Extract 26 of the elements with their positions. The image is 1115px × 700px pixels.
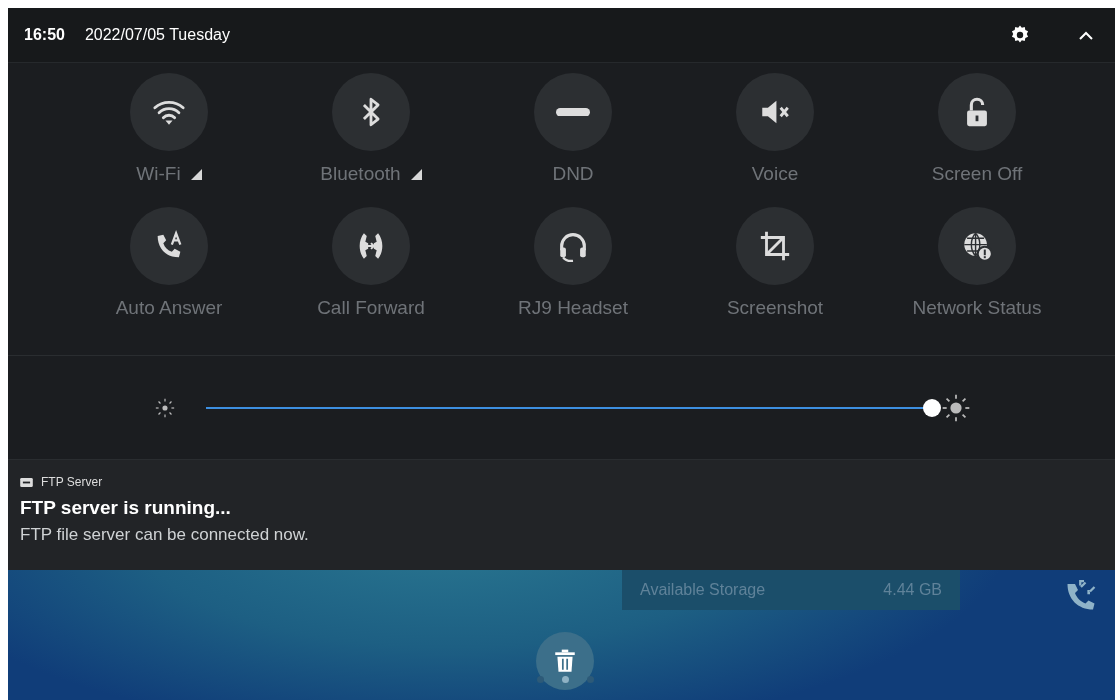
- minus-icon: [556, 107, 590, 117]
- toggle-label: RJ9 Headset: [518, 297, 628, 319]
- crop-icon: [758, 229, 792, 263]
- toggle-label: Screen Off: [931, 163, 1023, 185]
- toggle-label: Bluetooth: [320, 163, 401, 185]
- app-badge-icon: [20, 477, 33, 487]
- notification-title: FTP server is running...: [20, 497, 232, 519]
- toggle-label: Screenshot: [726, 297, 824, 319]
- corner-triangle-icon: [410, 168, 422, 180]
- corner-triangle-icon: [190, 168, 202, 180]
- toggle-label: Network Status: [912, 297, 1042, 319]
- trash-icon: [552, 648, 578, 674]
- storage-label: Available Storage: [640, 581, 766, 599]
- toggle-label: Voice: [751, 163, 799, 185]
- toggle-label: DND: [552, 163, 594, 185]
- toggle-label: Call Forward: [317, 297, 425, 319]
- clock-time: 16:50: [24, 26, 65, 44]
- toggle-label: Auto Answer: [115, 297, 223, 319]
- date-text: 2022/07/05 Tuesday: [84, 26, 231, 44]
- slider-thumb[interactable]: [923, 398, 941, 417]
- collapse-caret-icon[interactable]: [1079, 30, 1093, 40]
- notification-text: FTP file server can be connected now.: [20, 525, 310, 545]
- app-name: FTP Server: [41, 475, 103, 489]
- brightness-low-icon: [154, 396, 176, 419]
- toggle-label: Wi-Fi: [136, 163, 181, 185]
- storage-value: 4.44 GB: [883, 581, 942, 599]
